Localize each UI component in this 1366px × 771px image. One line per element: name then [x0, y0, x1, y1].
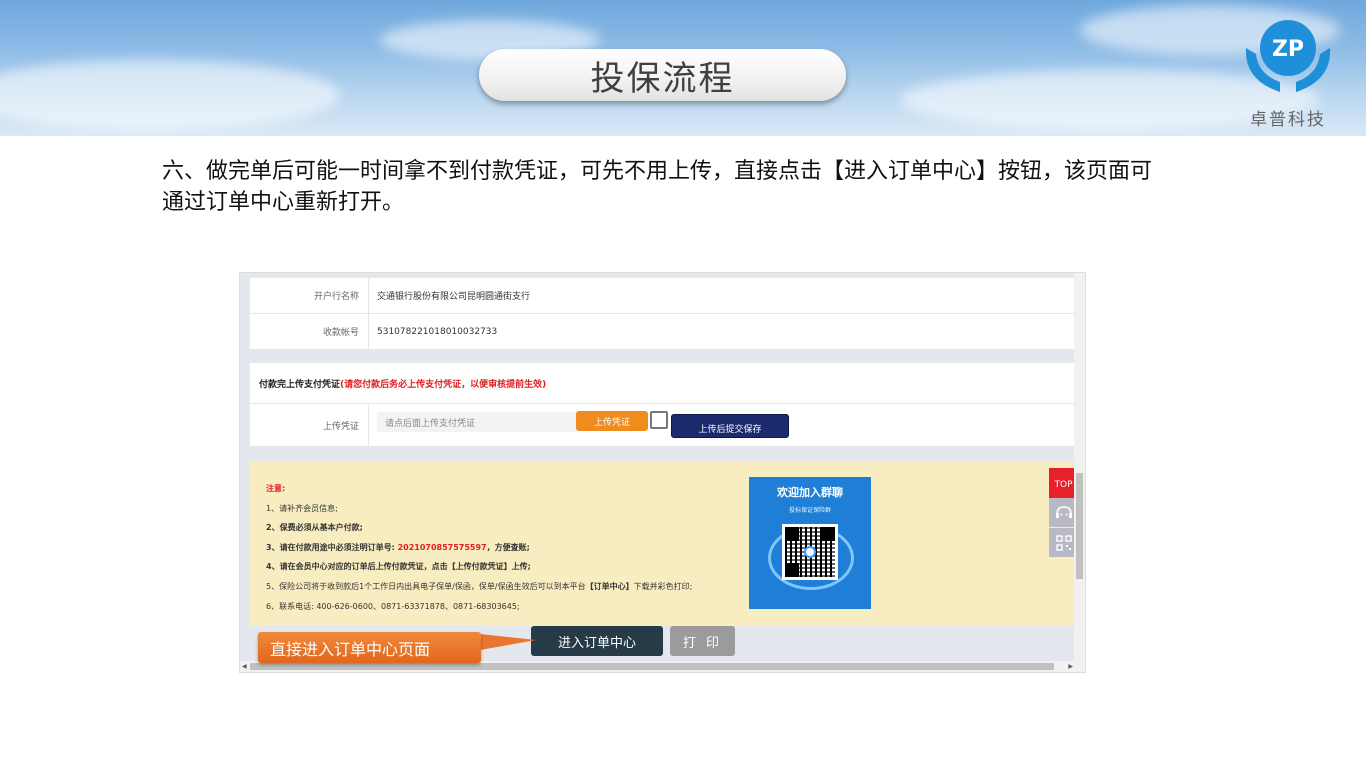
print-button[interactable]: 打 印	[670, 626, 735, 656]
notice-line-4: 4、请在会员中心对应的订单后上传付款凭证，点击【上传付款凭证】上传;	[266, 562, 531, 571]
qr-card-title: 欢迎加入群聊	[777, 486, 843, 499]
qr-code	[782, 524, 838, 580]
image-preview-icon[interactable]	[650, 411, 668, 429]
instruction-text: 六、做完单后可能一时间拿不到付款凭证，可先不用上传，直接点击【进入订单中心】按钮…	[162, 159, 1153, 215]
bank-name-label: 开户行名称	[250, 278, 369, 313]
account-number-row: 收款帐号 531078221018010032733	[250, 314, 1075, 350]
scroll-left-arrow-icon[interactable]: ◀	[242, 663, 247, 670]
bank-name-value: 交通银行股份有限公司昆明圆通街支行	[377, 292, 531, 302]
notice-line-5-suffix: 下载并彩色打印;	[633, 582, 693, 591]
vertical-scrollbar[interactable]	[1074, 273, 1085, 663]
payment-page-screenshot: 开户行名称 交通银行股份有限公司昆明圆通街支行 收款帐号 53107822101…	[239, 272, 1086, 673]
notice-line-1: 1、请补齐会员信息;	[266, 504, 338, 513]
svg-text:ZP: ZP	[1272, 37, 1304, 62]
horizontal-scrollbar-thumb[interactable]	[250, 663, 1054, 670]
notice-line-5-prefix: 5、保险公司将于收到款后1个工作日内出具电子保单/保函，保单/保函生效后可以到本…	[266, 582, 586, 591]
account-number-label: 收款帐号	[250, 314, 369, 349]
hands-shield-logo-icon: ZP	[1245, 20, 1331, 92]
upload-label: 上传凭证	[250, 404, 369, 446]
notice-line-3-suffix: ，方便查账;	[486, 543, 530, 552]
upload-section-warning: (请您付款后务必上传支付凭证，以便审核提前生效)	[340, 379, 547, 390]
upload-section-title-text: 付款完上传支付凭证	[259, 379, 341, 390]
vertical-scrollbar-thumb[interactable]	[1076, 473, 1083, 579]
upload-voucher-button[interactable]: 上传凭证	[576, 411, 648, 431]
upload-voucher-input[interactable]: 请点后面上传支付凭证	[377, 412, 577, 432]
upload-row: 上传凭证 请点后面上传支付凭证 上传凭证 上传后提交保存	[250, 404, 1075, 447]
notice-line-3: 3、请在付款用途中必须注明订单号: 2021070857575597，方便查账;	[266, 542, 530, 553]
scroll-right-arrow-icon[interactable]: ▶	[1068, 663, 1073, 670]
notice-line-3-prefix: 3、请在付款用途中必须注明订单号:	[266, 543, 398, 552]
submit-save-button[interactable]: 上传后提交保存	[671, 414, 789, 438]
slide-title-text: 投保流程	[590, 58, 735, 99]
callout-label: 直接进入订单中心页面	[258, 632, 481, 663]
enter-order-center-button[interactable]: 进入订单中心	[531, 626, 663, 656]
qr-card-subtitle: 投标保证保险群	[788, 507, 831, 514]
notice-line-5-order-center: 【订单中心】	[585, 582, 634, 591]
notice-line-2: 2、保费必须从基本户付款;	[266, 523, 363, 532]
logo-text: 卓普科技	[1250, 110, 1326, 130]
payment-page-content: 开户行名称 交通银行股份有限公司昆明圆通街支行 收款帐号 53107822101…	[250, 273, 1078, 663]
notice-box: 注意: 1、请补齐会员信息; 2、保费必须从基本户付款; 3、请在付款用途中必须…	[250, 461, 1075, 626]
group-chat-qr-card: 欢迎加入群聊 投标保证保险群	[749, 477, 871, 609]
notice-line-6: 6、联系电话: 400-626-0600、0871-63371878、0871-…	[266, 602, 520, 611]
slide-title: 投保流程	[479, 49, 846, 101]
upload-section-title: 付款完上传支付凭证 (请您付款后务必上传支付凭证，以便审核提前生效)	[250, 363, 1075, 403]
order-number: 2021070857575597	[397, 543, 487, 552]
callout-pointer-icon	[480, 634, 536, 650]
account-number-value: 531078221018010032733	[377, 326, 498, 337]
company-logo: ZP 卓普科技	[1240, 10, 1336, 130]
notice-line-5: 5、保险公司将于收到款后1个工作日内出具电子保单/保函，保单/保函生效后可以到本…	[266, 581, 692, 592]
bank-name-row: 开户行名称 交通银行股份有限公司昆明圆通街支行	[250, 278, 1075, 314]
notice-title: 注意:	[266, 484, 286, 493]
